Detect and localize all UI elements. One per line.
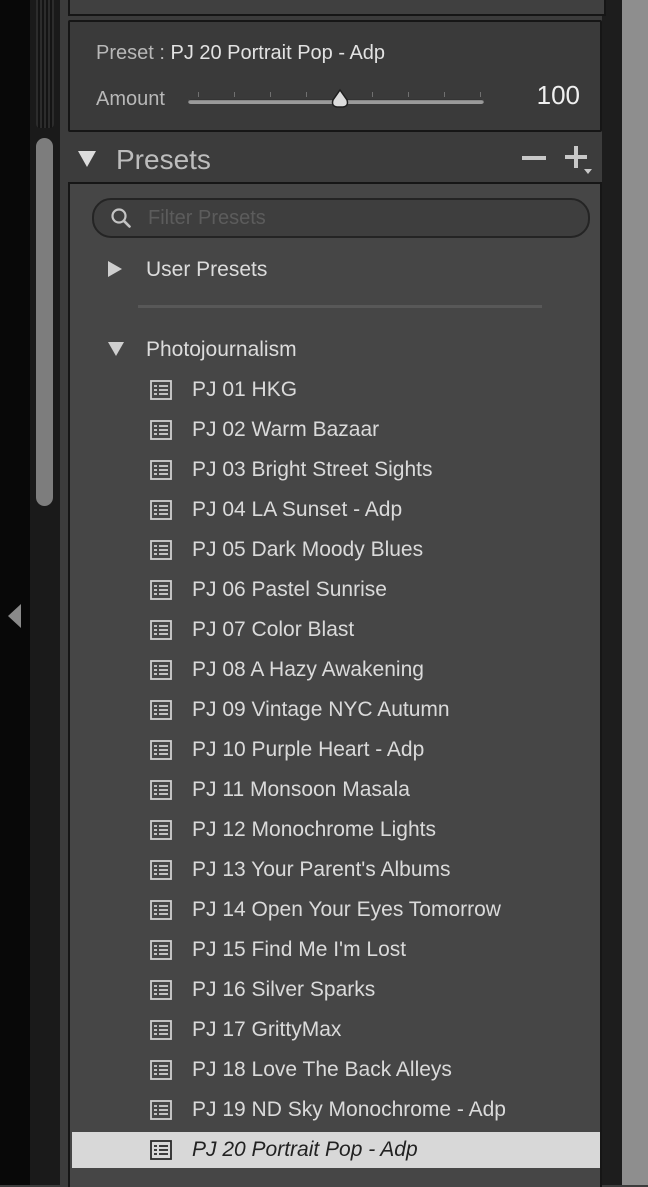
preset-item-label: PJ 11 Monsoon Masala [192,778,410,801]
preset-icon [150,1020,172,1040]
preset-icon [150,820,172,840]
preset-icon [150,740,172,760]
preset-icon [150,420,172,440]
preset-item[interactable]: PJ 17 GrittyMax [72,1012,600,1048]
preset-item-label: PJ 01 HKG [192,378,298,401]
collapse-triangle-icon[interactable] [108,342,124,356]
right-rail [622,0,648,1185]
preset-icon [150,860,172,880]
preset-item[interactable]: PJ 15 Find Me I'm Lost [72,932,600,968]
preset-icon [150,500,172,520]
preset-item-label: PJ 05 Dark Moody Blues [192,538,424,561]
preset-item[interactable]: PJ 10 Purple Heart - Adp [72,732,600,768]
slider-tick [444,92,445,97]
preset-item-label: PJ 12 Monochrome Lights [192,818,436,841]
preset-item[interactable]: PJ 20 Portrait Pop - Adp [72,1132,600,1168]
preset-item-label: PJ 08 A Hazy Awakening [192,658,424,681]
preset-item-label: PJ 03 Bright Street Sights [192,458,433,481]
slider-tick [270,92,271,97]
preset-item-label: PJ 19 ND Sky Monochrome - Adp [192,1098,506,1121]
expand-triangle-icon[interactable] [108,261,122,277]
dropdown-caret-icon [584,169,592,174]
preset-icon [150,700,172,720]
slider-tick [306,92,307,97]
preset-item[interactable]: PJ 12 Monochrome Lights [72,812,600,848]
preset-item[interactable]: PJ 19 ND Sky Monochrome - Adp [72,1092,600,1128]
preset-icon [150,380,172,400]
preset-icon [150,940,172,960]
preset-icon [150,460,172,480]
preset-icon [150,900,172,920]
disclosure-triangle-icon[interactable] [78,151,96,167]
preset-item-label: PJ 10 Purple Heart - Adp [192,738,425,761]
preset-item[interactable]: PJ 06 Pastel Sunrise [72,572,600,608]
preset-item-label: PJ 14 Open Your Eyes Tomorrow [192,898,501,921]
group-user-presets[interactable]: User Presets [146,258,267,282]
preset-item[interactable]: PJ 08 A Hazy Awakening [72,652,600,688]
preset-item[interactable]: PJ 09 Vintage NYC Autumn [72,692,600,728]
preset-item-label: PJ 06 Pastel Sunrise [192,578,387,601]
preset-item[interactable]: PJ 13 Your Parent's Albums [72,852,600,888]
preset-item-label: PJ 20 Portrait Pop - Adp [192,1138,418,1161]
filter-placeholder: Filter Presets [148,207,266,229]
preset-amount-box: Preset : PJ 20 Portrait Pop - Adp Amount… [68,20,602,132]
preset-name: PJ 20 Portrait Pop - Adp [170,42,386,64]
preset-item[interactable]: PJ 02 Warm Bazaar [72,412,600,448]
scroll-rail-top [36,0,54,128]
preset-item-label: PJ 04 LA Sunset - Adp [192,498,403,521]
preset-icon [150,1060,172,1080]
preset-item[interactable]: PJ 16 Silver Sparks [72,972,600,1008]
preset-item[interactable]: PJ 05 Dark Moody Blues [72,532,600,568]
preset-icon [150,980,172,1000]
amount-label: Amount [96,88,165,110]
amount-value[interactable]: 100 [537,80,580,111]
slider-tick [372,92,373,97]
preset-label: Preset : [96,42,171,64]
preset-icon [150,540,172,560]
preset-item-label: PJ 09 Vintage NYC Autumn [192,698,450,721]
slider-tick [408,92,409,97]
preset-icon [150,580,172,600]
current-preset: Preset : PJ 20 Portrait Pop - Adp [96,42,385,65]
preset-item[interactable]: PJ 03 Bright Street Sights [72,452,600,488]
preset-icon [150,780,172,800]
previous-panel-bottom [68,0,606,16]
remove-preset-button[interactable] [522,144,548,170]
preset-item-label: PJ 17 GrittyMax [192,1018,342,1041]
scrollbar-thumb[interactable] [36,138,53,506]
presets-list-panel: Filter Presets User Presets Photojournal… [68,182,602,1187]
group-photojournalism[interactable]: Photojournalism [146,338,297,362]
right-divider [602,0,622,1185]
preset-item-label: PJ 18 Love The Back Alleys [192,1058,452,1081]
preset-item-label: PJ 15 Find Me I'm Lost [192,938,407,961]
preset-item-label: PJ 13 Your Parent's Albums [192,858,451,881]
search-icon [111,208,131,228]
presets-panel-header[interactable]: Presets [68,134,602,182]
add-preset-button[interactable] [565,144,595,174]
amount-slider-thumb[interactable] [329,88,351,110]
left-gutter [0,0,30,1185]
preset-icon [150,1100,172,1120]
preset-item[interactable]: PJ 18 Love The Back Alleys [72,1052,600,1088]
collapse-panel-arrow-icon[interactable] [8,604,21,628]
slider-tick [234,92,235,97]
preset-item-label: PJ 16 Silver Sparks [192,978,376,1001]
preset-item[interactable]: PJ 11 Monsoon Masala [72,772,600,808]
preset-icon [150,620,172,640]
preset-item-label: PJ 02 Warm Bazaar [192,418,380,441]
filter-presets-input[interactable]: Filter Presets [92,198,590,238]
slider-tick [198,92,199,97]
group-separator [138,305,542,308]
preset-item[interactable]: PJ 07 Color Blast [72,612,600,648]
slider-tick [480,92,481,97]
preset-item[interactable]: PJ 14 Open Your Eyes Tomorrow [72,892,600,928]
presets-title[interactable]: Presets [116,144,211,176]
preset-icon [150,1140,172,1160]
preset-icon [150,660,172,680]
preset-item-label: PJ 07 Color Blast [192,618,355,641]
preset-item[interactable]: PJ 04 LA Sunset - Adp [72,492,600,528]
preset-item[interactable]: PJ 01 HKG [72,372,600,408]
